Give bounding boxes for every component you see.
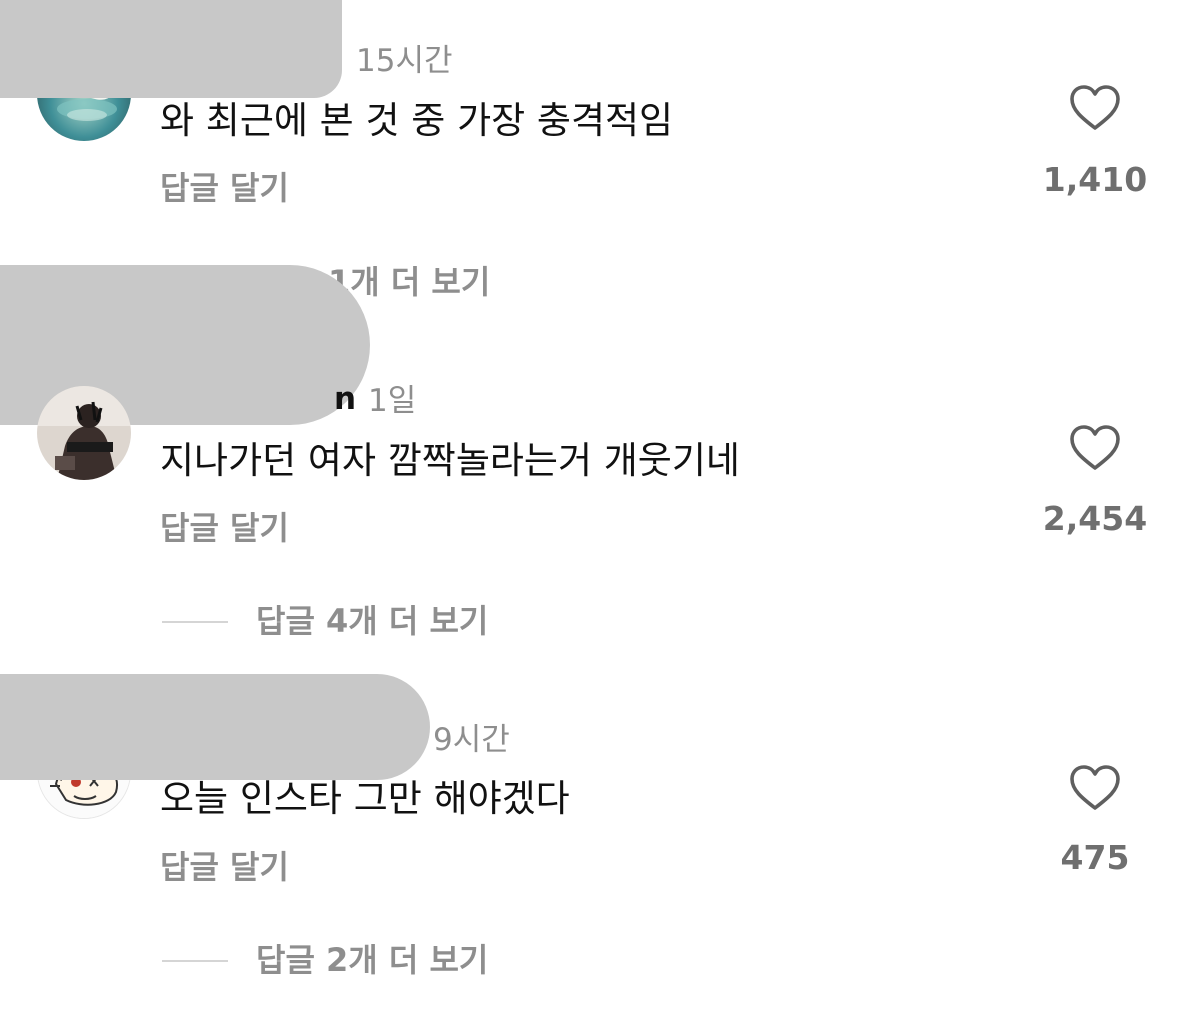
like-button[interactable] xyxy=(1068,764,1122,812)
like-count: 2,454 xyxy=(1042,499,1148,538)
divider-line xyxy=(162,621,228,623)
comment-2: n 1일 지나가던 여자 깜짝놀라는거 개웃기네 답글 달기 2,454 답글 … xyxy=(0,340,1179,680)
like-count: 475 xyxy=(1060,838,1130,877)
heart-icon xyxy=(1070,85,1120,130)
like-count: 1,410 xyxy=(1042,160,1148,199)
comment-text: 와 최근에 본 것 중 가장 충격적임 xyxy=(160,99,674,142)
like-button[interactable] xyxy=(1068,84,1122,132)
comment-text: 오늘 인스타 그만 해야겠다 xyxy=(160,777,570,820)
avatar[interactable] xyxy=(37,386,131,480)
username-redaction xyxy=(0,674,430,780)
like-button[interactable] xyxy=(1068,424,1122,472)
username-partial[interactable]: n xyxy=(334,384,356,415)
comment-3: 9시간 오늘 인스타 그만 해야겠다 답글 달기 475 답글 2개 더 보기 xyxy=(0,674,1179,1020)
reply-button[interactable]: 답글 달기 xyxy=(160,172,289,204)
heart-icon xyxy=(1070,425,1120,470)
reply-button[interactable]: 답글 달기 xyxy=(160,851,289,883)
divider-line xyxy=(162,960,228,962)
comment-1: 15시간 와 최근에 본 것 중 가장 충격적임 답글 달기 1,410 1개 … xyxy=(0,0,1179,425)
heart-icon xyxy=(1070,765,1120,810)
view-more-replies[interactable]: 1개 더 보기 xyxy=(328,266,490,298)
comment-time: 9시간 xyxy=(433,722,510,758)
view-more-replies[interactable]: 답글 2개 더 보기 xyxy=(256,944,488,976)
comment-text: 지나가던 여자 깜짝놀라는거 개웃기네 xyxy=(160,439,740,482)
username-redaction xyxy=(0,0,342,98)
view-more-replies[interactable]: 답글 4개 더 보기 xyxy=(256,605,488,637)
comment-time: 15시간 xyxy=(356,43,453,79)
reply-button[interactable]: 답글 달기 xyxy=(160,512,289,544)
avatar-person-photo-icon xyxy=(37,386,131,480)
comment-time: 1일 xyxy=(368,383,417,419)
